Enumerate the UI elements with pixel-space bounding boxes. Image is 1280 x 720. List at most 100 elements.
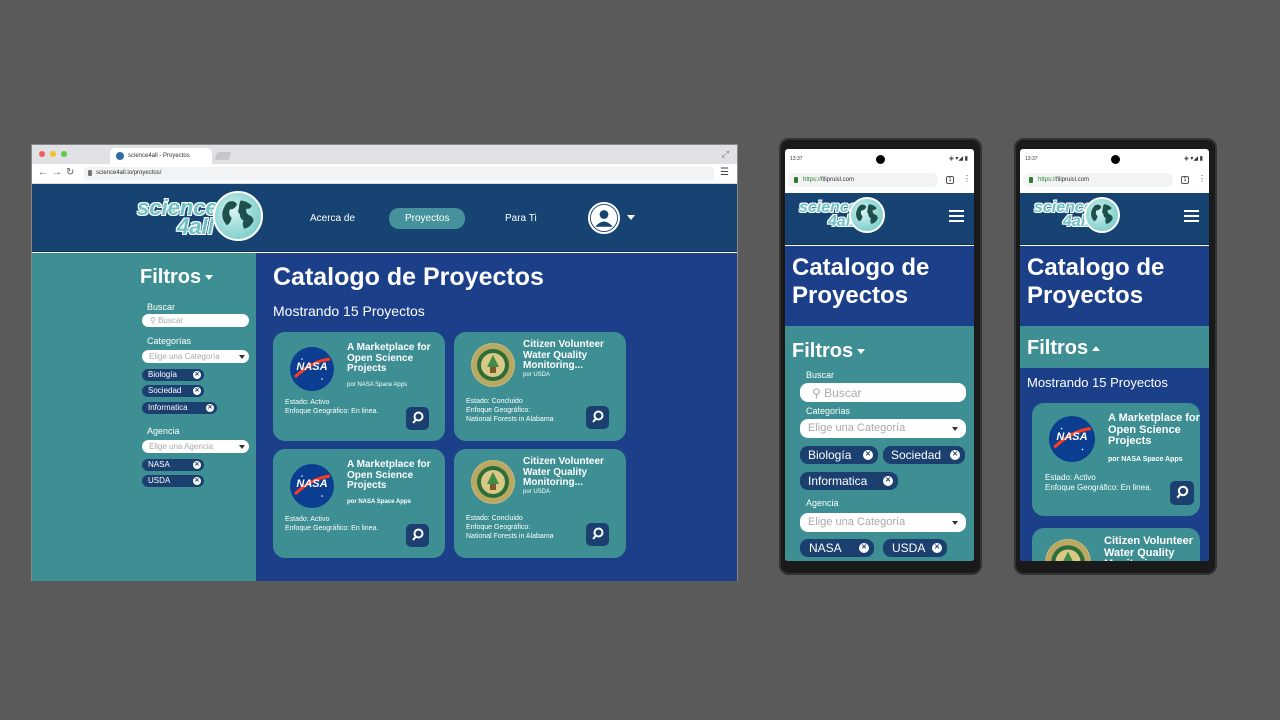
chevron-down-icon (205, 275, 214, 281)
close-icon[interactable]: ✕ (863, 450, 873, 460)
page-title-line: Catalogo de (1027, 254, 1165, 281)
close-icon[interactable]: ✕ (193, 477, 201, 485)
agency-select[interactable]: Elige una Categoría (800, 513, 966, 532)
more-vert-icon[interactable]: ⋮ (963, 174, 971, 183)
search-input[interactable]: ⚲ Buscar (142, 314, 249, 327)
mobile-address-bar[interactable]: https://filipruisl.com (1023, 173, 1173, 187)
new-tab-button[interactable] (214, 152, 232, 160)
chip-label: USDA (148, 476, 171, 485)
chip-label: NASA (148, 460, 170, 469)
close-icon[interactable]: ✕ (859, 543, 869, 553)
agency-chip[interactable]: USDA ✕ (883, 539, 947, 557)
dropdown-arrow-icon (952, 521, 958, 525)
category-chip[interactable]: Sociedad ✕ (883, 446, 965, 464)
mobile-address-bar[interactable]: https://filipruisl.com (788, 173, 938, 187)
category-chip[interactable]: Informatica ✕ (142, 402, 217, 414)
search-icon[interactable] (1170, 481, 1194, 505)
filters-title[interactable]: Filtros (1027, 337, 1101, 360)
project-title-line: A Marketplace for (347, 342, 431, 353)
user-avatar-icon[interactable] (588, 202, 620, 234)
project-focus: Enfoque Geográfico: (466, 407, 531, 415)
search-icon[interactable] (406, 407, 429, 430)
project-focus-extra: National Forests in Alabama (466, 533, 554, 541)
project-title-line: Citizen Volunteer (523, 339, 604, 350)
reload-icon[interactable]: ↻ (66, 167, 78, 178)
more-vert-icon[interactable]: ⋮ (1198, 174, 1206, 183)
dropdown-arrow-icon (239, 445, 245, 449)
forward-icon[interactable]: → (52, 167, 66, 178)
status-time: 13:37 (790, 156, 803, 162)
close-icon[interactable]: ✕ (206, 404, 214, 412)
filters-title-text: Filtros (140, 266, 202, 288)
category-chip[interactable]: Sociedad ✕ (142, 385, 204, 397)
project-title[interactable]: A Marketplace for Open Science Projects (347, 342, 442, 375)
filters-title[interactable]: Filtros (792, 340, 866, 363)
agency-chip[interactable]: NASA ✕ (800, 539, 874, 557)
agency-chip[interactable]: NASA ✕ (142, 459, 204, 471)
project-card[interactable]: Citizen Volunteer Water Quality Monitori… (454, 449, 626, 558)
close-icon[interactable]: ✕ (883, 476, 893, 486)
nav-for-you[interactable]: Para Ti (505, 213, 537, 224)
category-select-placeholder: Elige una Categoría (149, 352, 220, 361)
close-window-dot[interactable] (39, 151, 45, 157)
filters-title[interactable]: Filtros (140, 266, 214, 289)
mobile-filters-bar: Filtros (1020, 326, 1209, 368)
project-title[interactable]: A Marketplace for Open Science Projects (347, 459, 442, 492)
close-icon[interactable]: ✕ (193, 371, 201, 379)
nav-about[interactable]: Acerca de (310, 213, 355, 224)
search-label: Buscar (806, 370, 835, 380)
agency-chip[interactable]: USDA ✕ (142, 475, 204, 487)
search-icon[interactable] (586, 406, 609, 429)
search-icon[interactable] (406, 524, 429, 547)
project-card[interactable]: NASA A Marketplace for Open Science Proj… (273, 332, 445, 441)
expand-icon[interactable]: ⤢ (722, 149, 729, 160)
category-chip[interactable]: Biología ✕ (142, 369, 204, 381)
agency-select-placeholder: Elige una Agencia (149, 442, 214, 451)
project-title[interactable]: Citizen Volunteer Water Quality Monitori… (523, 456, 623, 489)
close-icon[interactable]: ✕ (193, 387, 201, 395)
maximize-window-dot[interactable] (61, 151, 67, 157)
project-title[interactable]: A Marketplace for Open Science Projects (1108, 412, 1200, 448)
address-bar[interactable]: science4all.io/proyectos/ (84, 167, 714, 180)
mobile-title-band: Catalogo de Proyectos (1020, 246, 1209, 326)
project-card[interactable]: Citizen Volunteer Water Quality Monitori… (454, 332, 626, 441)
back-icon[interactable]: ← (38, 167, 52, 178)
search-icon[interactable] (586, 523, 609, 546)
project-card[interactable]: Citizen Volunteer Water Quality Monitori… (1032, 528, 1200, 561)
project-focus: Enfoque Geográfico: En linea. (285, 408, 379, 416)
project-title-line: Projects (1108, 435, 1152, 448)
category-chip[interactable]: Informatica ✕ (800, 472, 898, 490)
nav-projects[interactable]: Proyectos (389, 207, 466, 229)
agency-select[interactable]: Elige una Agencia (142, 440, 249, 453)
close-icon[interactable]: ✕ (932, 543, 942, 553)
category-select[interactable]: Elige una Categoría (142, 350, 249, 363)
category-chip[interactable]: Biología ✕ (800, 446, 878, 464)
project-card[interactable]: NASA A Marketplace for Open Science Proj… (273, 449, 445, 558)
chip-label: Biología (148, 370, 177, 379)
avatar-dropdown-caret[interactable] (627, 215, 635, 220)
project-meta: Estado: Activo Enfoque Geográfico: En li… (285, 515, 378, 533)
project-title-line: Citizen Volunteer (1104, 535, 1194, 547)
address-bar-url: science4all.io/proyectos/ (96, 170, 162, 176)
logo-line-2: 4all (177, 213, 214, 239)
hamburger-icon[interactable] (1184, 210, 1199, 225)
hamburger-icon[interactable] (949, 210, 964, 225)
category-select[interactable]: Elige una Categoría (800, 419, 966, 438)
tab-count-icon[interactable]: 1 (946, 176, 954, 184)
phone-mockup-filters-open: 13:37 ◈ ▾◢ ▮ https://filipruisl.com 1 ⋮ … (779, 138, 982, 575)
close-icon[interactable]: ✕ (950, 450, 960, 460)
minimize-window-dot[interactable] (50, 151, 56, 157)
project-title[interactable]: Citizen Volunteer Water Quality Monitori… (523, 339, 623, 372)
tab-count-icon[interactable]: 1 (1181, 176, 1189, 184)
project-card[interactable]: NASA A Marketplace for Open Science Proj… (1032, 403, 1200, 516)
usda-seal (471, 343, 515, 387)
search-input[interactable]: ⚲ Buscar (800, 383, 966, 402)
catalog-main: Catalogo de Proyectos Mostrando 15 Proye… (256, 253, 737, 581)
project-focus-extra: National Forests in Alabama (466, 416, 554, 424)
close-icon[interactable]: ✕ (193, 461, 201, 469)
logo-wordmark[interactable]: science 4all (137, 197, 218, 239)
browser-menu-icon[interactable]: ☰ (720, 167, 729, 178)
browser-tab[interactable]: science4all - Proyectos (110, 148, 212, 164)
project-title[interactable]: Citizen Volunteer Water Quality Monitori… (1104, 535, 1200, 561)
project-status: Estado: Concluido (466, 398, 523, 405)
